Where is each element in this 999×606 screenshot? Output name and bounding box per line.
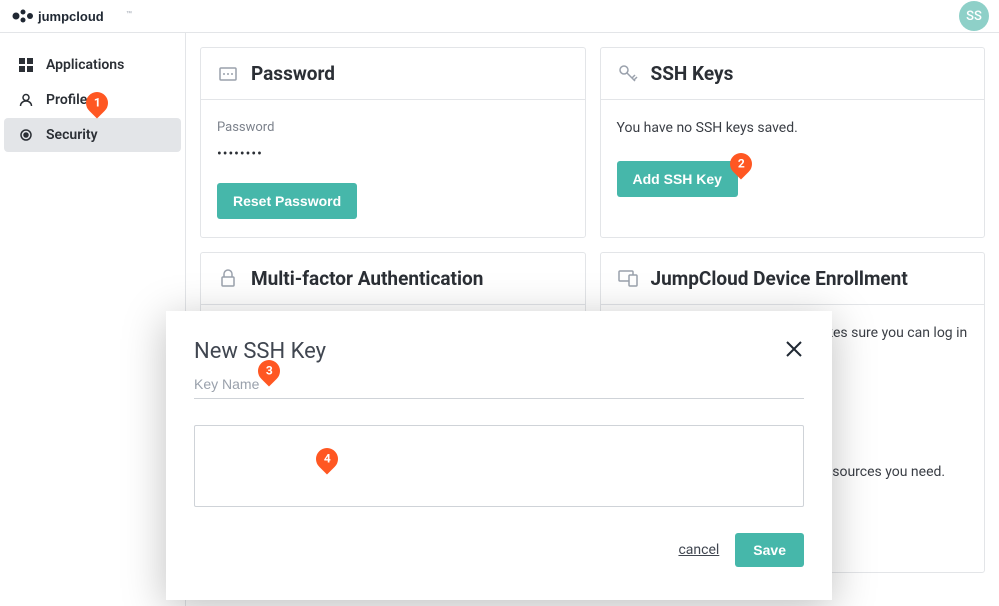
profile-icon <box>18 92 34 108</box>
public-key-textarea[interactable] <box>194 425 804 507</box>
lock-icon <box>217 267 239 289</box>
ssh-empty-text: You have no SSH keys saved. <box>617 118 969 139</box>
password-icon <box>217 63 239 85</box>
card-title: JumpCloud Device Enrollment <box>651 267 908 290</box>
add-ssh-key-button[interactable]: Add SSH Key <box>617 161 738 197</box>
password-card: Password Password •••••••• Reset Passwor… <box>200 47 586 238</box>
sidebar: Applications Profile Security <box>0 33 186 606</box>
sidebar-item-label: Applications <box>46 57 124 73</box>
sidebar-item-security[interactable]: Security <box>4 118 181 152</box>
avatar-initials: SS <box>966 9 982 24</box>
close-icon[interactable] <box>784 339 804 359</box>
apps-icon <box>18 57 34 73</box>
device-icon <box>617 267 639 289</box>
top-bar: jumpcloud ™ SS <box>0 0 999 33</box>
password-value: •••••••• <box>217 144 569 165</box>
save-button[interactable]: Save <box>735 533 804 567</box>
svg-text:™: ™ <box>126 10 132 17</box>
sidebar-item-label: Profile <box>46 92 87 108</box>
modal-title: New SSH Key <box>194 339 326 364</box>
card-title: Multi-factor Authentication <box>251 267 483 290</box>
avatar[interactable]: SS <box>959 1 989 31</box>
sidebar-item-label: Security <box>46 127 98 143</box>
ssh-keys-card: SSH Keys You have no SSH keys saved. Add… <box>600 47 986 238</box>
sidebar-item-applications[interactable]: Applications <box>4 48 181 82</box>
password-label: Password <box>217 118 569 138</box>
card-title: Password <box>251 62 335 85</box>
new-ssh-key-modal: New SSH Key cancel Save <box>166 311 832 600</box>
cancel-button[interactable]: cancel <box>678 542 719 558</box>
ssh-key-icon <box>617 63 639 85</box>
security-icon <box>18 127 34 143</box>
card-title: SSH Keys <box>651 62 734 85</box>
key-name-input[interactable] <box>194 370 804 399</box>
logo: jumpcloud ™ <box>10 6 134 26</box>
svg-text:jumpcloud: jumpcloud <box>37 9 104 24</box>
reset-password-button[interactable]: Reset Password <box>217 183 357 219</box>
